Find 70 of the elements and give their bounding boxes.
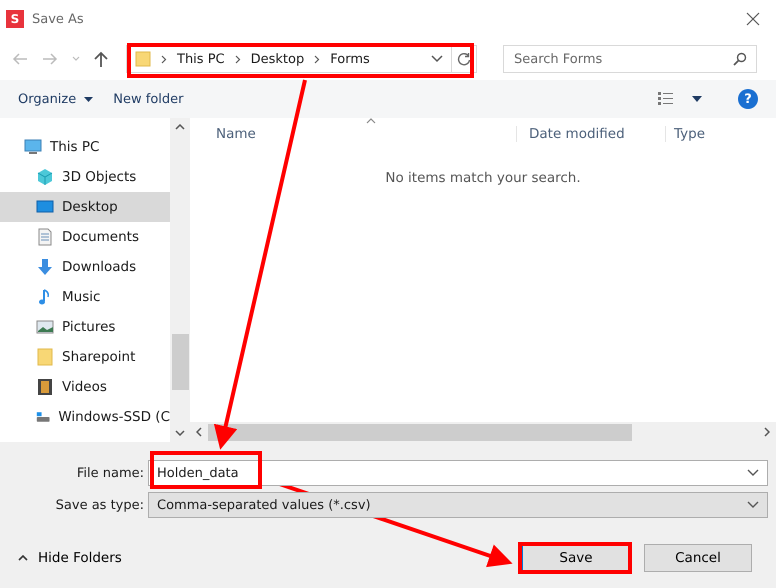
sidebar-item[interactable]: Videos	[0, 372, 170, 402]
sidebar-item[interactable]: Downloads	[0, 252, 170, 282]
sidebar-item[interactable]: Windows-SSD (C	[0, 402, 170, 432]
dropdown-caret-icon[interactable]	[431, 55, 443, 63]
caret-icon	[84, 96, 94, 102]
sidebar-item[interactable]: Music	[0, 282, 170, 312]
sidebar-item[interactable]: Documents	[0, 222, 170, 252]
new-folder-button[interactable]: New folder	[113, 88, 192, 110]
cube-icon	[36, 168, 54, 186]
picture-icon	[36, 318, 54, 336]
folder-icon	[135, 51, 151, 67]
sidebar-label: Videos	[62, 379, 107, 395]
breadcrumb[interactable]: This PC	[177, 52, 225, 66]
app-logo-icon: S	[6, 10, 24, 28]
file-name-field[interactable]: Holden_data	[148, 460, 768, 486]
scrollbar-thumb[interactable]	[172, 334, 188, 390]
field-label: File name:	[76, 466, 145, 480]
refresh-button[interactable]	[451, 45, 477, 73]
film-icon	[36, 378, 54, 396]
field-label: Save as type:	[54, 498, 145, 512]
scroll-down-icon[interactable]	[175, 430, 185, 436]
sidebar-item[interactable]: 3D Objects	[0, 162, 170, 192]
refresh-icon	[457, 52, 471, 66]
chevron-icon	[234, 54, 241, 64]
help-button[interactable]: ?	[738, 89, 758, 109]
column-header[interactable]: Type	[666, 126, 706, 142]
sidebar-label: Windows-SSD (C	[58, 409, 170, 425]
search-field[interactable]: Search Forms	[503, 45, 757, 73]
dropdown-caret-icon	[747, 501, 759, 509]
sidebar-label: Downloads	[62, 259, 136, 275]
sidebar-label: Pictures	[62, 319, 116, 335]
scroll-left-icon[interactable]	[196, 427, 202, 437]
file-name-value: Holden_data	[157, 466, 240, 480]
document-icon	[36, 228, 54, 246]
sidebar-item[interactable]: Desktop	[0, 192, 170, 222]
column-header[interactable]: Name	[190, 126, 517, 142]
download-arrow-icon	[36, 258, 54, 276]
view-caret-icon[interactable]	[692, 96, 702, 102]
sidebar-label: Desktop	[62, 199, 118, 215]
computer-icon	[24, 138, 42, 156]
sidebar-item[interactable]: This PC	[0, 132, 170, 162]
hide-folders-button[interactable]: Hide Folders	[12, 549, 128, 567]
cancel-button[interactable]: Cancel	[644, 544, 752, 572]
sidebar-label: Music	[62, 289, 100, 305]
empty-message: No items match your search.	[384, 170, 582, 186]
sidebar-label: 3D Objects	[62, 169, 136, 185]
column-header[interactable]: Date modified	[517, 126, 666, 142]
scroll-right-icon[interactable]	[764, 427, 770, 437]
sort-caret-icon	[366, 118, 376, 124]
file-type-dropdown[interactable]: Comma-separated values (*.csv)	[148, 492, 768, 518]
scroll-up-icon[interactable]	[175, 124, 185, 130]
breadcrumb[interactable]: Desktop	[250, 52, 304, 66]
sidebar-item[interactable]: Sharepoint	[0, 342, 170, 372]
chevron-icon	[314, 54, 320, 64]
window-title: Save As	[32, 12, 84, 26]
breadcrumb[interactable]: Forms	[330, 52, 370, 66]
folder-icon	[36, 348, 54, 366]
address-bar[interactable]: This PC Desktop Forms	[126, 45, 452, 73]
up-arrow-icon[interactable]	[94, 51, 108, 67]
sidebar-item[interactable]: Pictures	[0, 312, 170, 342]
dropdown-caret-icon[interactable]	[747, 469, 759, 477]
sidebar-label: Sharepoint	[62, 349, 136, 365]
organize-button[interactable]: Organize	[18, 88, 102, 110]
sidebar-label: This PC	[50, 139, 100, 155]
search-icon	[733, 52, 747, 66]
caret-icon	[18, 555, 28, 561]
sidebar-label: Documents	[62, 229, 139, 245]
chevron-icon	[161, 54, 167, 64]
close-icon[interactable]	[746, 12, 760, 26]
scrollbar-thumb[interactable]	[208, 424, 632, 440]
